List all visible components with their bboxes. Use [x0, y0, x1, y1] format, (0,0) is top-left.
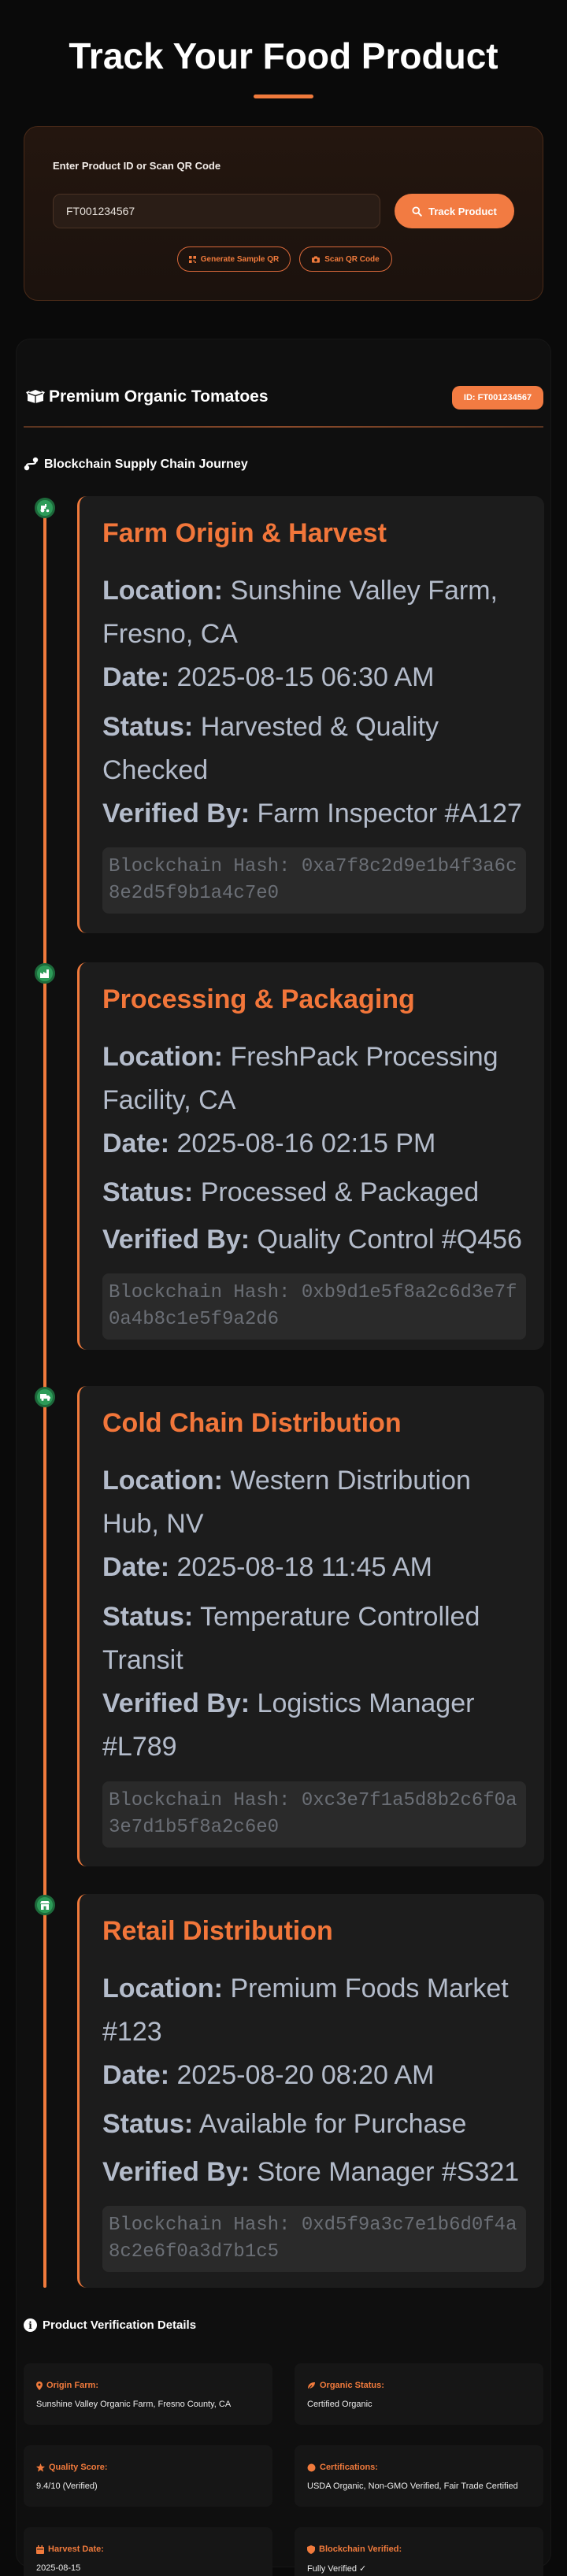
stage-status: Status: Processed & Packaged — [102, 1177, 480, 1207]
blockchain-hash: Blockchain Hash: 0xa7f8c2d9e1b4f3a6c8e2d… — [102, 847, 526, 914]
shield-icon — [307, 2544, 315, 2554]
stage-location: Location: Premium Foods Market #123 — [102, 1974, 509, 2047]
stage-location: Location: Sunshine Valley Farm, Fresno, … — [102, 576, 498, 649]
stage-dot-processing — [35, 963, 55, 984]
stage-title: Processing & Packaging — [102, 984, 415, 1014]
detail-value: Sunshine Valley Organic Farm, Fresno Cou… — [36, 2400, 232, 2409]
blockchain-hash: Blockchain Hash: 0xc3e7f1a5d8b2c6f0a3e7d… — [102, 1781, 526, 1848]
stage-date: Date: 2025-08-18 11:45 AM — [102, 1552, 432, 1582]
stage-verified-by: Verified By: Logistics Manager #L789 — [102, 1688, 475, 1762]
stage-verified-by: Verified By: Store Manager #S321 — [102, 2157, 520, 2187]
blockchain-hash: Blockchain Hash: 0xd5f9a3c7e1b6d0f4a8c2e… — [102, 2206, 526, 2272]
detail-organic-status: Organic Status: Certified Organic — [295, 2363, 543, 2425]
search-label: Enter Product ID or Scan QR Code — [53, 160, 221, 172]
detail-value: Certified Organic — [307, 2400, 372, 2409]
detail-certifications: Certifications: USDA Organic, Non-GMO Ve… — [295, 2445, 543, 2507]
track-product-button[interactable]: Track Product — [395, 194, 514, 228]
stage-status: Status: Temperature Controlled Transit — [102, 1602, 480, 1675]
truck-icon — [39, 1394, 50, 1401]
stage-status: Status: Available for Purchase — [102, 2109, 467, 2139]
factory-icon — [40, 969, 49, 978]
info-icon: i — [24, 2318, 37, 2332]
track-product-label: Track Product — [428, 205, 497, 217]
detail-value: 2025-08-15 — [36, 2563, 81, 2573]
journey-title: Blockchain Supply Chain Journey — [44, 458, 248, 471]
stage-dot-retail — [35, 1895, 55, 1915]
search-icon — [412, 206, 422, 217]
scan-qr-button[interactable]: Scan QR Code — [299, 246, 392, 272]
stage-date: Date: 2025-08-20 08:20 AM — [102, 2060, 435, 2090]
title-underline — [254, 95, 313, 98]
tractor-icon — [40, 503, 50, 512]
detail-value: 9.4/10 (Verified) — [36, 2481, 98, 2491]
detail-origin-farm: Origin Farm: Sunshine Valley Organic Far… — [24, 2363, 272, 2425]
detail-harvest-date: Harvest Date: 2025-08-15 — [24, 2527, 272, 2576]
stage-title: Cold Chain Distribution — [102, 1408, 402, 1438]
stage-dot-distribution — [35, 1387, 55, 1407]
detail-label: Certifications: — [320, 2463, 378, 2472]
map-pin-icon — [36, 2381, 43, 2390]
stage-date: Date: 2025-08-16 02:15 PM — [102, 1129, 436, 1158]
generate-sample-qr-label: Generate Sample QR — [200, 254, 280, 264]
stage-dot-farm — [35, 498, 55, 518]
detail-label: Harvest Date: — [48, 2544, 104, 2554]
divider — [24, 426, 543, 428]
stage-title: Farm Origin & Harvest — [102, 518, 387, 548]
stage-card-farm: Farm Origin & Harvest Location: Sunshine… — [77, 496, 544, 933]
box-icon — [26, 390, 45, 403]
verification-title: Product Verification Details — [43, 2318, 197, 2332]
product-id-input[interactable] — [53, 194, 380, 228]
search-panel: Enter Product ID or Scan QR Code Track P… — [24, 126, 543, 301]
leaf-icon — [307, 2381, 315, 2389]
detail-label: Quality Score: — [49, 2463, 108, 2472]
stage-location: Location: Western Distribution Hub, NV — [102, 1466, 471, 1539]
detail-quality-score: Quality Score: 9.4/10 (Verified) — [24, 2445, 272, 2507]
stage-verified-by: Verified By: Farm Inspector #A127 — [102, 799, 522, 828]
stage-date: Date: 2025-08-15 06:30 AM — [102, 662, 435, 692]
detail-blockchain-verified: Blockchain Verified: Fully Verified ✓ — [295, 2527, 543, 2576]
stage-card-retail: Retail Distribution Location: Premium Fo… — [77, 1894, 544, 2288]
detail-label: Blockchain Verified: — [319, 2544, 402, 2554]
product-id-badge: ID: FT001234567 — [452, 386, 543, 410]
detail-value: Fully Verified ✓ — [307, 2564, 367, 2574]
camera-icon — [312, 255, 321, 263]
generate-sample-qr-button[interactable]: Generate Sample QR — [177, 246, 291, 272]
stage-location: Location: FreshPack Processing Facility,… — [102, 1042, 498, 1115]
page-title: Track Your Food Product — [69, 35, 498, 76]
detail-value: USDA Organic, Non-GMO Verified, Fair Tra… — [307, 2481, 518, 2491]
stage-verified-by: Verified By: Quality Control #Q456 — [102, 1225, 522, 1255]
certificate-icon — [307, 2463, 316, 2471]
route-icon — [24, 457, 39, 471]
stage-title: Retail Distribution — [102, 1916, 333, 1946]
stage-status: Status: Harvested & Quality Checked — [102, 712, 439, 785]
stage-card-processing: Processing & Packaging Location: FreshPa… — [77, 962, 544, 1350]
stage-card-distribution: Cold Chain Distribution Location: Wester… — [77, 1386, 544, 1866]
calendar-icon — [36, 2544, 44, 2554]
detail-label: Origin Farm: — [46, 2381, 99, 2390]
blockchain-hash: Blockchain Hash: 0xb9d1e5f8a2c6d3e7f0a4b… — [102, 1273, 526, 1340]
star-icon — [36, 2463, 45, 2472]
scan-qr-label: Scan QR Code — [324, 254, 380, 264]
detail-label: Organic Status: — [320, 2381, 384, 2390]
store-icon — [40, 1900, 50, 1910]
product-name: Premium Organic Tomatoes — [49, 387, 269, 406]
qrcode-icon — [188, 255, 196, 263]
